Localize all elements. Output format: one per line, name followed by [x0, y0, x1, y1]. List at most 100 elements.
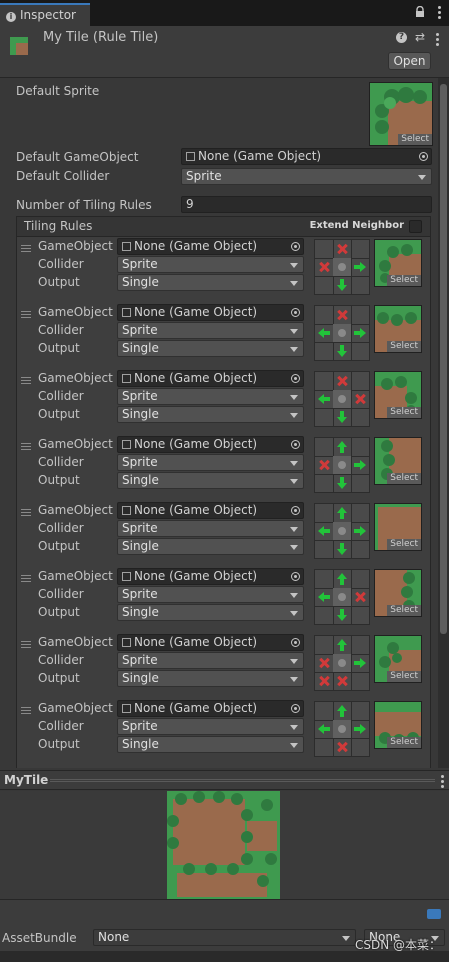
rule-collider-dropdown[interactable]: Sprite — [117, 256, 304, 273]
neighbor-cell[interactable] — [333, 504, 351, 522]
rule-output-dropdown[interactable]: Single — [117, 604, 304, 621]
neighbor-cell[interactable] — [333, 738, 351, 756]
rule-gameobject-field[interactable]: None (Game Object) — [117, 238, 304, 255]
neighbor-cell[interactable] — [315, 522, 333, 540]
reorder-handle-icon[interactable] — [21, 509, 31, 516]
reorder-handle-icon[interactable] — [21, 311, 31, 318]
reorder-handle-icon[interactable] — [21, 377, 31, 384]
object-picker-icon[interactable] — [291, 374, 300, 383]
reorder-handle-icon[interactable] — [21, 641, 31, 648]
neighbor-cell[interactable] — [315, 606, 333, 624]
rule-gameobject-field[interactable]: None (Game Object) — [117, 502, 304, 519]
select-label[interactable]: Select — [387, 539, 421, 550]
tab-menu-icon[interactable] — [437, 5, 441, 19]
neighbor-cell[interactable] — [351, 324, 369, 342]
select-label[interactable]: Select — [387, 605, 421, 616]
rule-sprite-field[interactable]: Select — [374, 569, 422, 617]
neighbor-cell[interactable] — [315, 324, 333, 342]
rule-gameobject-field[interactable]: None (Game Object) — [117, 700, 304, 717]
rule-sprite-field[interactable]: Select — [374, 701, 422, 749]
neighbor-cell[interactable] — [315, 738, 333, 756]
neighbor-cell[interactable] — [351, 738, 369, 756]
object-picker-icon[interactable] — [291, 704, 300, 713]
rule-sprite-field[interactable]: Select — [374, 305, 422, 353]
neighbor-cell[interactable] — [315, 456, 333, 474]
select-label[interactable]: Select — [398, 134, 432, 145]
object-picker-icon[interactable] — [291, 506, 300, 515]
neighbor-cell[interactable] — [315, 540, 333, 558]
rule-collider-dropdown[interactable]: Sprite — [117, 586, 304, 603]
object-picker-icon[interactable] — [291, 242, 300, 251]
rule-gameobject-field[interactable]: None (Game Object) — [117, 370, 304, 387]
neighbor-cell[interactable] — [315, 588, 333, 606]
neighbor-cell[interactable] — [351, 720, 369, 738]
object-picker-icon[interactable] — [291, 572, 300, 581]
neighbor-cell[interactable] — [315, 438, 333, 456]
neighbor-cell[interactable] — [315, 702, 333, 720]
neighbor-cell[interactable] — [333, 570, 351, 588]
neighbor-cell[interactable] — [351, 372, 369, 390]
neighbor-cell[interactable] — [333, 408, 351, 426]
default-gameobject-field[interactable]: None (Game Object) — [181, 148, 432, 165]
rule-collider-dropdown[interactable]: Sprite — [117, 652, 304, 669]
rule-gameobject-field[interactable]: None (Game Object) — [117, 436, 304, 453]
reorder-handle-icon[interactable] — [21, 443, 31, 450]
neighbor-cell[interactable] — [315, 570, 333, 588]
reorder-handle-icon[interactable] — [21, 707, 31, 714]
select-label[interactable]: Select — [387, 737, 421, 748]
select-label[interactable]: Select — [387, 473, 421, 484]
open-button[interactable]: Open — [388, 52, 431, 70]
neighbor-cell[interactable] — [351, 588, 369, 606]
neighbor-cell[interactable] — [333, 342, 351, 360]
neighbor-cell[interactable] — [351, 438, 369, 456]
rule-output-dropdown[interactable]: Single — [117, 670, 304, 687]
select-label[interactable]: Select — [387, 407, 421, 418]
neighbor-cell[interactable] — [351, 474, 369, 492]
preview-section-bar[interactable]: MyTile — [0, 770, 449, 790]
rule-output-dropdown[interactable]: Single — [117, 274, 304, 291]
neighbor-cell[interactable] — [333, 240, 351, 258]
tab-inspector[interactable]: i Inspector — [0, 3, 90, 26]
rule-gameobject-field[interactable]: None (Game Object) — [117, 568, 304, 585]
neighbor-cell[interactable] — [333, 438, 351, 456]
rule-sprite-field[interactable]: Select — [374, 371, 422, 419]
rule-sprite-field[interactable]: Select — [374, 437, 422, 485]
object-picker-icon[interactable] — [291, 308, 300, 317]
neighbor-cell[interactable] — [351, 240, 369, 258]
neighbor-cell[interactable] — [333, 474, 351, 492]
neighbor-cell[interactable] — [351, 636, 369, 654]
neighbor-cell[interactable] — [333, 672, 351, 690]
rule-gameobject-field[interactable]: None (Game Object) — [117, 634, 304, 651]
select-label[interactable]: Select — [387, 275, 421, 286]
neighbor-cell[interactable] — [333, 372, 351, 390]
neighbor-cell[interactable] — [351, 672, 369, 690]
rule-output-dropdown[interactable]: Single — [117, 406, 304, 423]
rule-output-dropdown[interactable]: Single — [117, 472, 304, 489]
neighbor-cell[interactable] — [315, 720, 333, 738]
rule-collider-dropdown[interactable]: Sprite — [117, 322, 304, 339]
assetbundle-dropdown[interactable]: None — [93, 929, 356, 946]
header-menu-icon[interactable] — [435, 32, 439, 46]
neighbor-cell[interactable] — [315, 408, 333, 426]
neighbor-cell[interactable] — [351, 408, 369, 426]
rule-output-dropdown[interactable]: Single — [117, 736, 304, 753]
num-rules-input[interactable]: 9 — [181, 196, 432, 213]
object-picker-icon[interactable] — [291, 440, 300, 449]
neighbor-cell[interactable] — [315, 672, 333, 690]
reorder-handle-icon[interactable] — [21, 245, 31, 252]
neighbor-cell[interactable] — [333, 636, 351, 654]
neighbor-cell[interactable] — [315, 276, 333, 294]
neighbor-cell[interactable] — [351, 702, 369, 720]
rule-collider-dropdown[interactable]: Sprite — [117, 520, 304, 537]
default-collider-dropdown[interactable]: Sprite — [181, 168, 432, 185]
extend-neighbor-checkbox[interactable] — [409, 220, 422, 233]
rule-sprite-field[interactable]: Select — [374, 239, 422, 287]
rule-collider-dropdown[interactable]: Sprite — [117, 388, 304, 405]
neighbor-cell[interactable] — [315, 372, 333, 390]
neighbor-cell[interactable] — [315, 504, 333, 522]
inspector-scrollbar[interactable] — [438, 78, 449, 768]
scrollbar-thumb[interactable] — [440, 84, 447, 634]
help-icon[interactable]: ? — [396, 32, 407, 43]
neighbor-cell[interactable] — [351, 504, 369, 522]
neighbor-cell[interactable] — [351, 540, 369, 558]
